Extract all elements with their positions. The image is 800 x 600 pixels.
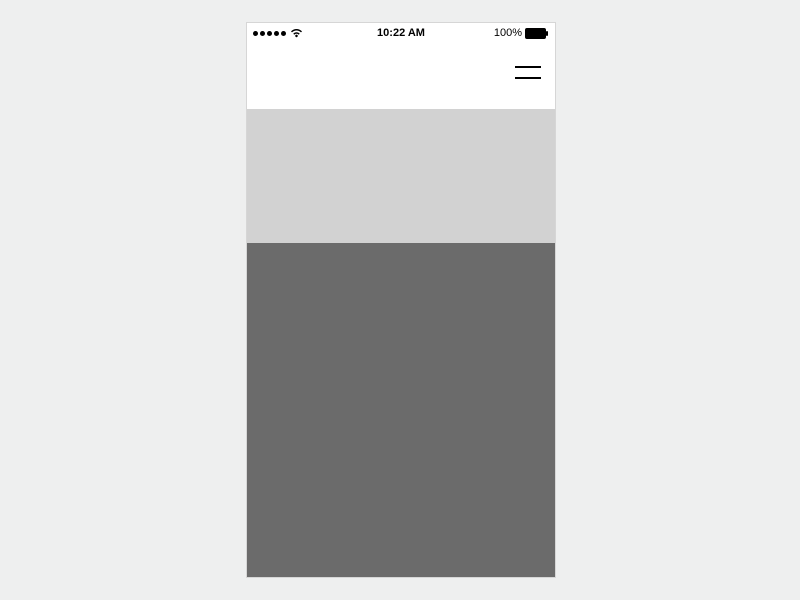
menu-icon [515, 77, 541, 79]
menu-icon [515, 66, 541, 68]
phone-frame: 10:22 AM 100% [246, 22, 556, 578]
wifi-icon [290, 28, 303, 38]
menu-button[interactable] [515, 59, 541, 85]
battery-icon [525, 28, 549, 39]
nav-bar [247, 43, 555, 109]
signal-dots-icon [253, 31, 286, 36]
battery-percent: 100% [494, 27, 522, 39]
content-placeholder [247, 243, 555, 577]
status-bar: 10:22 AM 100% [247, 23, 555, 43]
status-left [253, 28, 303, 38]
status-right: 100% [494, 27, 549, 39]
hero-placeholder [247, 109, 555, 243]
